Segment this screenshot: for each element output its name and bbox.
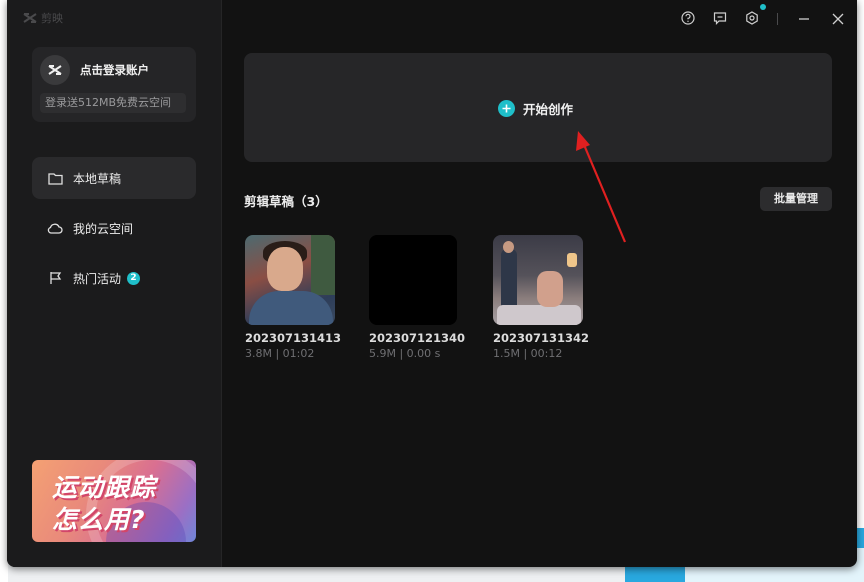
toolbar-divider	[777, 13, 778, 25]
draft-thumbnail[interactable]	[493, 235, 583, 325]
sidebar-item-hot-events[interactable]: 热门活动 2	[32, 257, 196, 299]
plus-icon	[498, 100, 515, 117]
folder-icon	[47, 170, 63, 186]
app-name: 剪映	[41, 12, 63, 25]
sidebar-item-label: 本地草稿	[73, 171, 122, 186]
feedback-icon	[713, 10, 727, 29]
sidebar-item-local-drafts[interactable]: 本地草稿	[32, 157, 196, 199]
draft-name: 202307131413	[245, 331, 342, 345]
settings-button[interactable]	[743, 10, 761, 28]
settings-notification-dot	[760, 4, 766, 10]
draft-item[interactable]: 202307131342 1.5M | 00:12	[493, 235, 590, 360]
promo-banner[interactable]: 运动跟踪 怎么用?	[32, 460, 196, 542]
login-label[interactable]: 点击登录账户	[80, 62, 149, 78]
capcut-logo-icon	[23, 12, 37, 24]
draft-meta: 1.5M | 00:12	[493, 347, 563, 360]
draft-thumbnail[interactable]	[369, 235, 457, 325]
draft-item[interactable]: 202307131413 3.8M | 01:02	[245, 235, 342, 360]
cloud-icon	[47, 220, 63, 236]
sidebar: 剪映 点击登录账户 登录送512MB免费云空间 本地草稿 我的云空间 热门活动 …	[7, 0, 222, 567]
start-creation-label: 开始创作	[523, 102, 574, 117]
notification-badge: 2	[127, 271, 141, 285]
start-creation-button[interactable]: 开始创作	[244, 53, 832, 162]
help-button[interactable]	[679, 10, 697, 28]
draft-name: 202307131342	[493, 331, 590, 345]
background-desktop-right	[856, 0, 864, 582]
close-icon	[832, 10, 844, 29]
settings-icon	[745, 10, 759, 29]
cloud-promo[interactable]: 登录送512MB免费云空间	[40, 93, 186, 113]
capcut-avatar-icon	[48, 61, 62, 80]
help-icon	[681, 10, 695, 29]
sidebar-item-cloud-space[interactable]: 我的云空间	[32, 207, 196, 249]
sidebar-item-label: 热门活动	[73, 271, 122, 286]
flag-icon	[47, 270, 63, 286]
avatar[interactable]	[40, 55, 70, 85]
app-logo: 剪映	[23, 10, 63, 26]
batch-manage-button[interactable]: 批量管理	[760, 187, 832, 211]
draft-item[interactable]: 202307121340 5.9M | 0.00 s	[369, 235, 466, 360]
banner-title-line2: 怎么用?	[52, 505, 146, 534]
login-card[interactable]: 点击登录账户 登录送512MB免费云空间	[32, 47, 196, 122]
banner-title-line1: 运动跟踪	[52, 473, 157, 502]
sidebar-item-label: 我的云空间	[73, 221, 134, 236]
draft-name: 202307121340	[369, 331, 466, 345]
draft-meta: 5.9M | 0.00 s	[369, 347, 441, 360]
draft-meta: 3.8M | 01:02	[245, 347, 315, 360]
app-window: 剪映 点击登录账户 登录送512MB免费云空间 本地草稿 我的云空间 热门活动 …	[7, 0, 857, 567]
minimize-icon	[798, 10, 810, 29]
feedback-button[interactable]	[711, 10, 729, 28]
minimize-button[interactable]	[795, 10, 813, 28]
draft-thumbnail[interactable]	[245, 235, 335, 325]
close-button[interactable]	[829, 10, 847, 28]
main-panel: 开始创作 剪辑草稿（3） 批量管理 202307131413 3.8M | 01…	[222, 0, 857, 567]
drafts-section-title: 剪辑草稿（3）	[244, 194, 328, 209]
